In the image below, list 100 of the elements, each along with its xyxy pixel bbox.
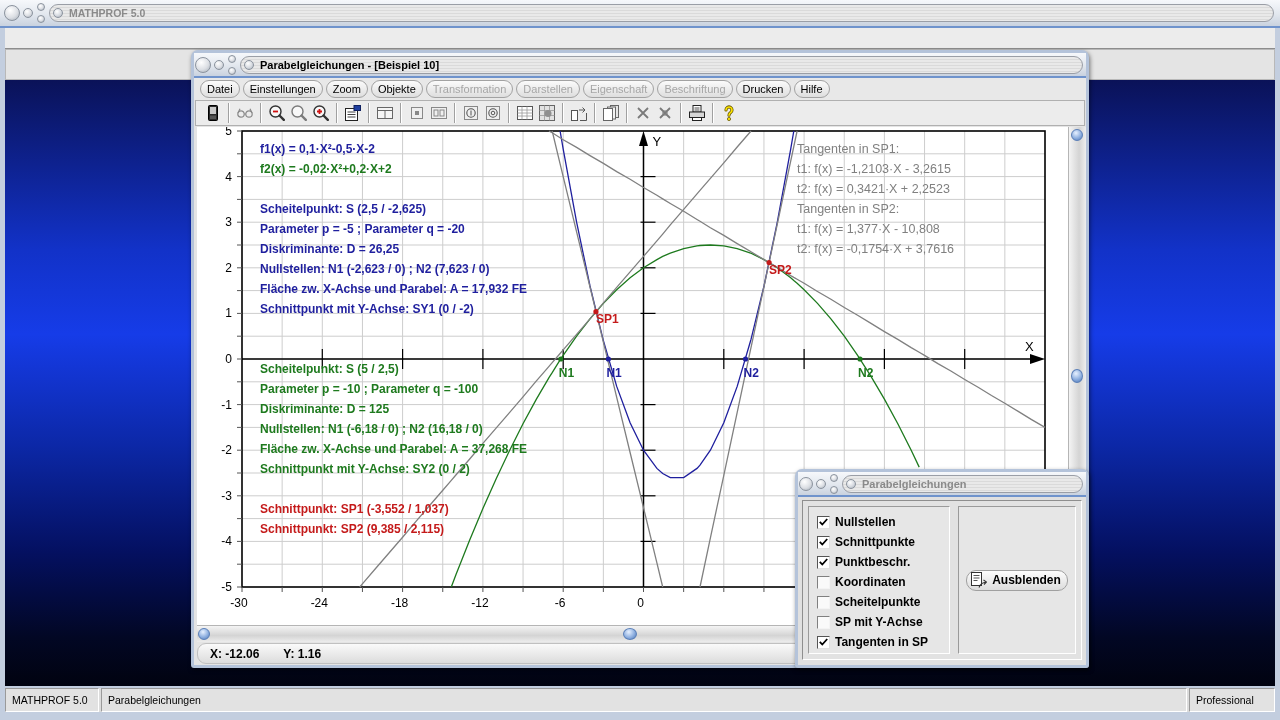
grid-picture-icon[interactable]	[539, 105, 555, 121]
tick-label: 5	[225, 127, 232, 138]
magnifier-icon[interactable]	[291, 105, 307, 121]
tick-label: 0	[637, 596, 644, 610]
checkmark-icon	[819, 558, 828, 566]
menu-item[interactable]: Hilfe	[793, 80, 830, 98]
checkmark-icon	[819, 538, 828, 546]
result-text: Schnittpunkt mit Y-Achse: SY2 (0 / 2)	[260, 461, 471, 478]
tick-label: -18	[390, 596, 409, 610]
axis-label: X	[1025, 339, 1034, 354]
device-icon[interactable]	[208, 105, 218, 121]
cursor-readout: X: -12.06	[210, 646, 260, 661]
zoom-in-icon[interactable]	[313, 105, 329, 121]
checkbox[interactable]	[817, 575, 830, 589]
frame-icon[interactable]	[411, 107, 423, 119]
tick-label: -6	[554, 596, 566, 610]
window-button[interactable]	[244, 59, 254, 70]
result-text: Schnittpunkt mit Y-Achse: SY1 (0 / -2)	[260, 301, 475, 318]
tick-label: 2	[225, 260, 232, 275]
zoom-out-icon[interactable]	[269, 105, 285, 121]
checkmark-icon	[819, 638, 828, 646]
scroll-button[interactable]	[198, 628, 210, 640]
tick-label: -4	[221, 534, 232, 549]
window-button[interactable]	[214, 59, 224, 70]
result-text: Schnittpunkt: SP2 (9,385 / 2,115)	[260, 521, 446, 538]
circled-symbol-icon[interactable]	[486, 106, 500, 120]
tick-label: 0	[225, 352, 232, 366]
circled-symbol-icon[interactable]	[464, 106, 478, 120]
help-icon[interactable]	[724, 105, 734, 121]
point-marker	[558, 356, 564, 362]
tangent-text: t2: f(x) = 0,3421·X + 2,2523	[797, 181, 951, 198]
result-text: Nullstellen: N1 (-2,623 / 0) ; N2 (7,623 / 0)	[260, 261, 491, 278]
menu-item[interactable]: Objekte	[370, 80, 423, 98]
tangent-text: t1: f(x) = 1,377·X - 10,808	[797, 221, 941, 238]
checkbox[interactable]	[817, 595, 830, 609]
tick-label: -12	[471, 596, 489, 610]
form-icon[interactable]	[345, 105, 361, 121]
tick-label: -30	[230, 596, 248, 610]
menu-item[interactable]: Drucken	[735, 80, 791, 98]
window-button[interactable]	[799, 476, 813, 491]
tick-label: -24	[310, 596, 328, 610]
point-label: N1	[558, 366, 575, 380]
document-icon	[971, 572, 988, 588]
menu-item[interactable]: Zoom	[325, 80, 368, 98]
result-text: Scheitelpunkt: S (5 / 2,5)	[260, 361, 400, 378]
result-text: Parameter p = -5 ; Parameter q = -20	[260, 221, 466, 238]
window-button[interactable]	[4, 5, 20, 21]
checkbox-label[interactable]: Koordinaten	[835, 575, 906, 589]
scroll-button[interactable]	[1071, 129, 1083, 141]
glasses-icon[interactable]	[237, 108, 253, 118]
tangent-text: t2: f(x) = -0,1754·X + 3,7616	[797, 241, 955, 258]
window-button[interactable]	[195, 56, 211, 73]
checkbox-label[interactable]: Nullstellen	[835, 515, 896, 529]
tick-label: -5	[221, 580, 232, 594]
status-cell: Parabelgleichungen	[101, 688, 1187, 712]
pages-icon[interactable]	[603, 105, 619, 121]
checkmark-icon	[819, 518, 828, 526]
window-button[interactable]	[846, 478, 856, 489]
menu-item[interactable]: Datei	[200, 80, 240, 98]
result-text: Diskriminante: D = 26,25	[260, 241, 401, 258]
window-icon[interactable]	[377, 107, 393, 119]
checkbox-label[interactable]: Tangenten in SP	[835, 635, 929, 649]
tick-label: -3	[221, 488, 232, 503]
result-text: Fläche zw. X-Achse und Parabel: A = 37,268 FE	[260, 441, 528, 458]
checkbox[interactable]	[817, 615, 830, 629]
result-text: Nullstellen: N1 (-6,18 / 0) ; N2 (16,18 / 0)	[260, 421, 484, 438]
window-title: Parabelgleichungen - [Beispiel 10]	[260, 58, 440, 71]
point-marker	[857, 356, 863, 362]
axis-label: Y	[652, 134, 662, 149]
checkbox[interactable]	[817, 515, 830, 529]
tick-label: 3	[225, 215, 232, 230]
hide-button[interactable]: Ausblenden	[966, 569, 1068, 591]
result-text: Parameter p = -10 ; Parameter q = -100	[260, 381, 480, 398]
window-title: MATHPROF 5.0	[69, 7, 146, 19]
cross-icon[interactable]	[637, 107, 649, 119]
table-icon[interactable]	[517, 106, 533, 120]
checkbox-label[interactable]: Scheitelpunkte	[835, 595, 921, 609]
checkbox-label[interactable]: Schnittpunkte	[835, 535, 915, 549]
result-text: Scheitelpunkt: S (2,5 / -2,625)	[260, 201, 428, 218]
printer-icon[interactable]	[689, 105, 705, 121]
cursor-readout: Y: 1.16	[283, 646, 322, 661]
scroll-thumb[interactable]	[623, 628, 637, 640]
tangent-text: Tangenten in SP1:	[797, 141, 901, 158]
checkbox[interactable]	[817, 635, 830, 649]
point-marker	[605, 356, 611, 362]
double-frame-icon[interactable]	[431, 107, 447, 119]
point-marker	[766, 259, 772, 266]
cross-icon[interactable]	[659, 107, 671, 119]
checkbox[interactable]	[817, 555, 830, 569]
window-title: Parabelgleichungen	[862, 477, 967, 490]
checkbox[interactable]	[817, 535, 830, 549]
menu-item[interactable]: Einstellungen	[242, 80, 323, 98]
window-button[interactable]	[816, 478, 826, 489]
status-cell: Professional	[1189, 688, 1275, 712]
scroll-thumb[interactable]	[1071, 369, 1083, 383]
status-cell: MATHPROF 5.0	[5, 688, 99, 712]
checkbox-label[interactable]: SP mit Y-Achse	[835, 615, 923, 629]
formula-text: f1(x) = 0,1·X²-0,5·X-2	[260, 141, 377, 158]
arrow-box-icon[interactable]	[571, 105, 587, 121]
checkbox-label[interactable]: Punktbeschr.	[835, 555, 911, 569]
